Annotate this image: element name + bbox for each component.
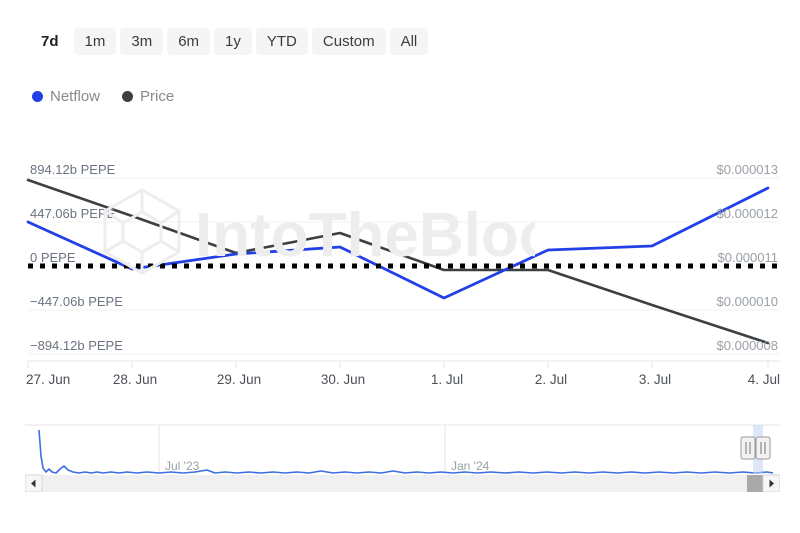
range-button-3m[interactable]: 3m xyxy=(120,28,163,55)
navigator-series-line xyxy=(39,430,773,473)
navigator-label-1: Jan '24 xyxy=(451,459,490,473)
xtick-label-5: 2. Jul xyxy=(535,372,567,387)
series-line-price xyxy=(28,180,768,343)
ytick-label-4: −894.12b PEPE xyxy=(30,338,123,353)
legend-label-netflow: Netflow xyxy=(50,88,100,105)
y2tick-label-4: $0.000008 xyxy=(717,338,778,353)
y2tick-label-0: $0.000013 xyxy=(717,162,778,177)
navigator-scroll-right-button[interactable] xyxy=(763,475,780,492)
navigator-scroll-left-button[interactable] xyxy=(25,475,42,492)
xtick-label-7: 4. Jul xyxy=(748,372,780,387)
chart-plot-area[interactable]: IntoTheBlock 894.12b PEPE 447.06b PEPE 0… xyxy=(0,150,800,390)
range-button-1y[interactable]: 1y xyxy=(214,28,252,55)
range-button-6m[interactable]: 6m xyxy=(167,28,210,55)
range-button-7d[interactable]: 7d xyxy=(30,28,70,55)
y2tick-label-1: $0.000012 xyxy=(717,206,778,221)
xtick-label-3: 30. Jun xyxy=(321,372,365,387)
y2tick-label-3: $0.000010 xyxy=(717,294,778,309)
ytick-label-2: 0 PEPE xyxy=(30,250,76,265)
range-button-ytd[interactable]: YTD xyxy=(256,28,308,55)
range-button-1m[interactable]: 1m xyxy=(74,28,117,55)
y2tick-label-2: $0.000011 xyxy=(718,250,779,265)
xtick-label-1: 28. Jun xyxy=(113,372,157,387)
legend-dot-netflow xyxy=(32,91,43,102)
navigator-label-0: Jul '23 xyxy=(165,459,200,473)
navigator-scrollbar-track[interactable] xyxy=(25,475,780,492)
ytick-label-1: 447.06b PEPE xyxy=(30,206,116,221)
chart-svg: 894.12b PEPE 447.06b PEPE 0 PEPE −447.06… xyxy=(0,150,800,390)
legend-item-netflow[interactable]: Netflow xyxy=(32,88,100,105)
series-line-netflow xyxy=(28,188,768,298)
range-button-custom[interactable]: Custom xyxy=(312,28,386,55)
xtick-label-0: 27. Jun xyxy=(26,372,70,387)
navigator-handle-right[interactable] xyxy=(756,437,770,459)
navigator-svg: Jul '23 Jan '24 xyxy=(25,412,780,492)
range-button-all[interactable]: All xyxy=(390,28,429,55)
xaxis-ticks xyxy=(28,361,768,368)
legend-dot-price xyxy=(122,91,133,102)
navigator-scrollbar-thumb[interactable] xyxy=(747,475,764,492)
xtick-label-6: 3. Jul xyxy=(639,372,671,387)
xtick-label-2: 29. Jun xyxy=(217,372,261,387)
chart-navigator[interactable]: Jul '23 Jan '24 xyxy=(25,412,780,492)
chart-legend: Netflow Price xyxy=(32,88,174,105)
xtick-label-4: 1. Jul xyxy=(431,372,463,387)
legend-label-price: Price xyxy=(140,88,174,105)
ytick-label-3: −447.06b PEPE xyxy=(30,294,123,309)
range-selector: 7d 1m 3m 6m 1y YTD Custom All xyxy=(30,28,428,55)
navigator-handle-left[interactable] xyxy=(741,437,755,459)
legend-item-price[interactable]: Price xyxy=(122,88,174,105)
ytick-label-0: 894.12b PEPE xyxy=(30,162,116,177)
